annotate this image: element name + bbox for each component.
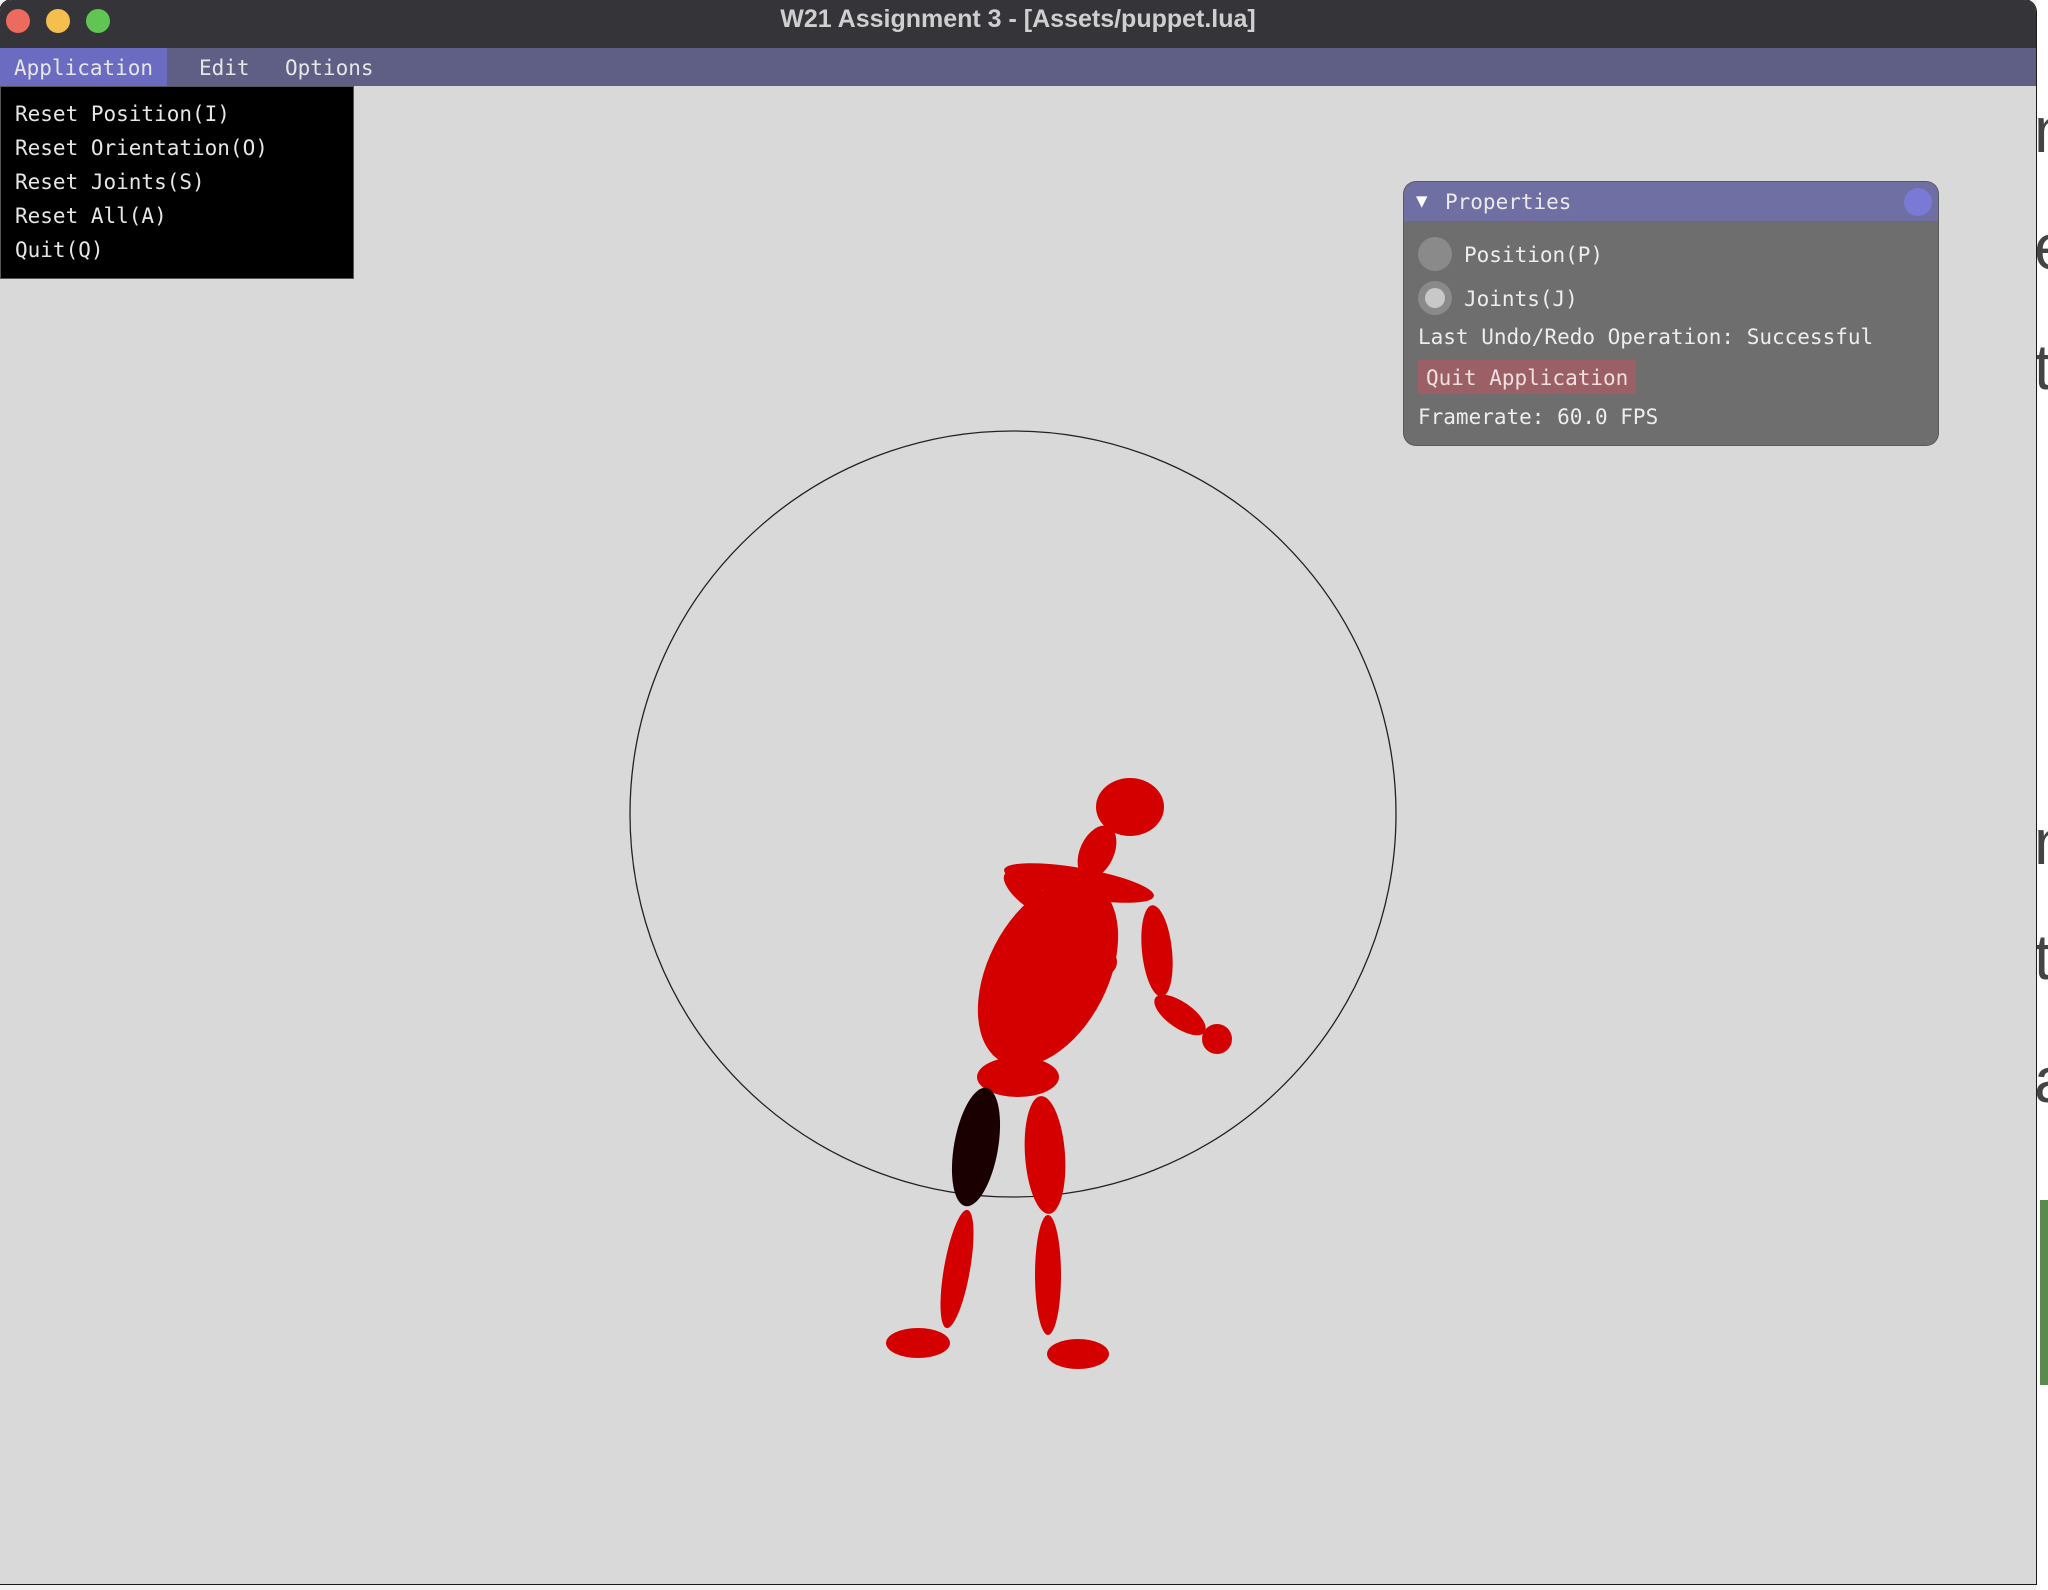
properties-header[interactable]: ▼ Properties	[1404, 182, 1938, 221]
radio-position-label: Position(P)	[1464, 243, 1604, 267]
collapse-triangle-icon[interactable]: ▼	[1416, 192, 1427, 211]
close-icon[interactable]	[1904, 188, 1932, 216]
menu-application[interactable]: Application	[0, 48, 168, 86]
properties-panel: ▼ Properties Position(P) Joints(J) Last …	[1404, 182, 1938, 445]
puppet[interactable]	[886, 778, 1232, 1369]
radio-selected-icon[interactable]	[1418, 281, 1452, 315]
title-bar[interactable]: W21 Assignment 3 - [Assets/puppet.lua]	[0, 0, 2036, 49]
puppet-right-hand[interactable]	[1202, 1024, 1232, 1054]
background-glyph: t	[2034, 331, 2048, 403]
background-glyph: e	[2034, 215, 2048, 279]
puppet-right-shin[interactable]	[1035, 1215, 1061, 1335]
menu-bar: Application Edit Options	[0, 48, 2036, 86]
menu-item-reset-joints[interactable]: Reset Joints(S)	[15, 167, 205, 197]
puppet-left-shin[interactable]	[934, 1208, 980, 1331]
menu-item-reset-position[interactable]: Reset Position(I)	[15, 99, 230, 129]
framerate-text: Framerate: 60.0 FPS	[1418, 405, 1659, 429]
puppet-left-thigh[interactable]	[944, 1084, 1008, 1210]
background-glyph: n	[2034, 810, 2048, 874]
background-glyph: t	[2034, 921, 2048, 993]
menu-item-quit[interactable]: Quit(Q)	[15, 235, 104, 265]
puppet-left-foot[interactable]	[886, 1328, 950, 1358]
puppet-right-upper-arm[interactable]	[1137, 904, 1176, 999]
menu-item-reset-all[interactable]: Reset All(A)	[15, 201, 167, 231]
background-glyph: a	[2034, 1048, 2048, 1112]
puppet-left-hand[interactable]	[1087, 948, 1117, 976]
background-glyph: n	[2034, 98, 2048, 162]
radio-joints-label: Joints(J)	[1464, 287, 1578, 311]
menu-item-reset-orientation[interactable]: Reset Orientation(O)	[15, 133, 268, 163]
radio-icon[interactable]	[1418, 237, 1452, 271]
undo-status-text: Last Undo/Redo Operation: Successful	[1418, 325, 1874, 349]
menu-edit[interactable]: Edit	[185, 48, 264, 86]
app-window: W21 Assignment 3 - [Assets/puppet.lua] A…	[0, 0, 2036, 1584]
background-accent	[2040, 1200, 2048, 1385]
puppet-right-forearm[interactable]	[1148, 987, 1212, 1043]
menu-options[interactable]: Options	[271, 48, 388, 86]
properties-title: Properties	[1445, 190, 1572, 214]
puppet-right-foot[interactable]	[1047, 1339, 1109, 1369]
quit-application-button[interactable]: Quit Application	[1418, 360, 1637, 394]
application-menu-dropdown: Reset Position(I) Reset Orientation(O) R…	[0, 86, 354, 279]
window-title: W21 Assignment 3 - [Assets/puppet.lua]	[780, 5, 1256, 33]
